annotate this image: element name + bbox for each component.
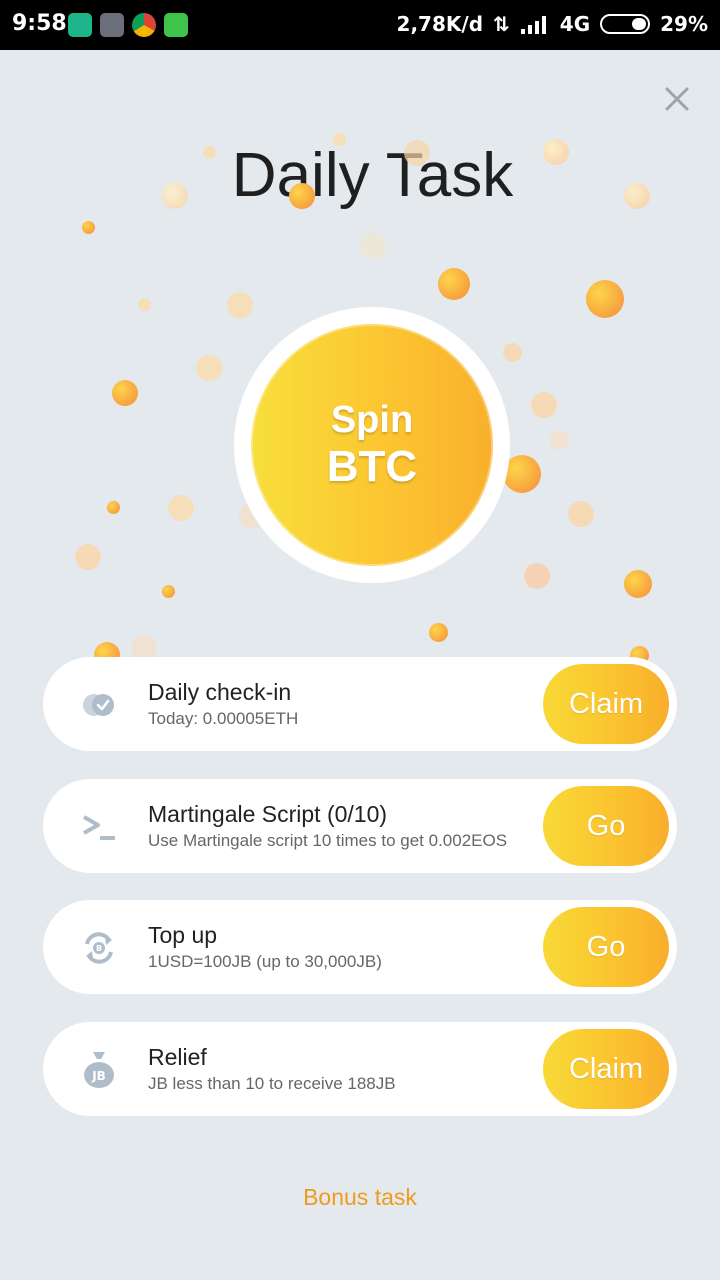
bubble <box>531 392 557 418</box>
go-button[interactable]: Go <box>543 907 669 987</box>
bubble <box>333 133 346 146</box>
spin-btc-button[interactable]: Spin BTC <box>234 307 510 583</box>
data-transfer-icon: ⇅ <box>493 12 510 36</box>
page-title: Daily Task <box>231 141 514 210</box>
network-speed: 2,78K/d <box>396 12 484 36</box>
bubble <box>360 233 386 259</box>
status-bar: 9:58 2,78K/d ⇅ 4G 29% <box>0 0 720 50</box>
task-title: Martingale Script (0/10) <box>148 801 388 827</box>
task-card-daily-checkin: Daily check-in Today: 0.00005ETH Claim <box>43 657 677 751</box>
bubble <box>429 623 448 642</box>
status-time: 9:58 <box>12 11 67 36</box>
bubble <box>168 495 194 521</box>
check-circle-icon <box>83 694 114 716</box>
spin-currency-label: BTC <box>326 442 418 491</box>
shield-app-icon <box>68 13 92 37</box>
exchange-icon: B <box>85 932 113 964</box>
bubble <box>196 355 222 381</box>
bubble <box>75 544 101 570</box>
task-subtitle: JB less than 10 to receive 188JB <box>148 1074 396 1093</box>
terminal-icon <box>83 815 115 840</box>
task-subtitle: Today: 0.00005ETH <box>148 709 299 728</box>
android-app-icon <box>164 13 188 37</box>
bubble <box>624 570 652 598</box>
bubble <box>203 146 216 159</box>
task-title: Daily check-in <box>148 679 292 705</box>
network-type: 4G <box>559 12 591 36</box>
bubble <box>586 280 624 318</box>
task-card-top-up: B Top up 1USD=100JB (up to 30,000JB) Go <box>43 900 677 994</box>
claim-button[interactable]: Claim <box>543 1029 669 1109</box>
bubble <box>543 139 569 165</box>
battery-level: 29% <box>660 12 708 36</box>
app-notification-icon <box>100 13 124 37</box>
bubble <box>82 221 95 234</box>
close-icon[interactable] <box>662 84 692 114</box>
chrome-icon <box>132 13 156 37</box>
bubble <box>227 292 253 318</box>
bubble <box>138 298 151 311</box>
bubble <box>503 343 522 362</box>
status-right: 2,78K/d ⇅ 4G 29% <box>397 12 708 36</box>
bubble <box>568 501 594 527</box>
signal-icon <box>520 16 546 34</box>
bubble <box>624 183 650 209</box>
bubble <box>550 431 569 450</box>
claim-button[interactable]: Claim <box>543 664 669 744</box>
go-button[interactable]: Go <box>543 786 669 866</box>
bonus-task-link[interactable]: Bonus task <box>0 1184 720 1211</box>
battery-icon <box>600 14 651 34</box>
bubble <box>107 501 120 514</box>
bubble <box>162 183 188 209</box>
bubble <box>438 268 470 300</box>
task-title: Relief <box>148 1044 207 1070</box>
spin-btc-circle: Spin BTC <box>251 324 493 566</box>
bubble <box>404 140 430 166</box>
spin-label: Spin <box>330 399 414 441</box>
task-subtitle: Use Martingale script 10 times to get 0.… <box>148 831 508 850</box>
task-title: Top up <box>148 922 218 948</box>
task-card-relief: JB Relief JB less than 10 to receive 188… <box>43 1022 677 1116</box>
bubble <box>289 183 315 209</box>
bubble <box>162 585 175 598</box>
task-subtitle: 1USD=100JB (up to 30,000JB) <box>148 952 382 971</box>
bubble <box>524 563 550 589</box>
bubble <box>112 380 138 406</box>
task-card-martingale: Martingale Script (0/10) Use Martingale … <box>43 779 677 873</box>
svg-text:B: B <box>96 944 102 953</box>
money-bag-icon: JB <box>84 1052 114 1088</box>
svg-text:JB: JB <box>91 1069 106 1083</box>
